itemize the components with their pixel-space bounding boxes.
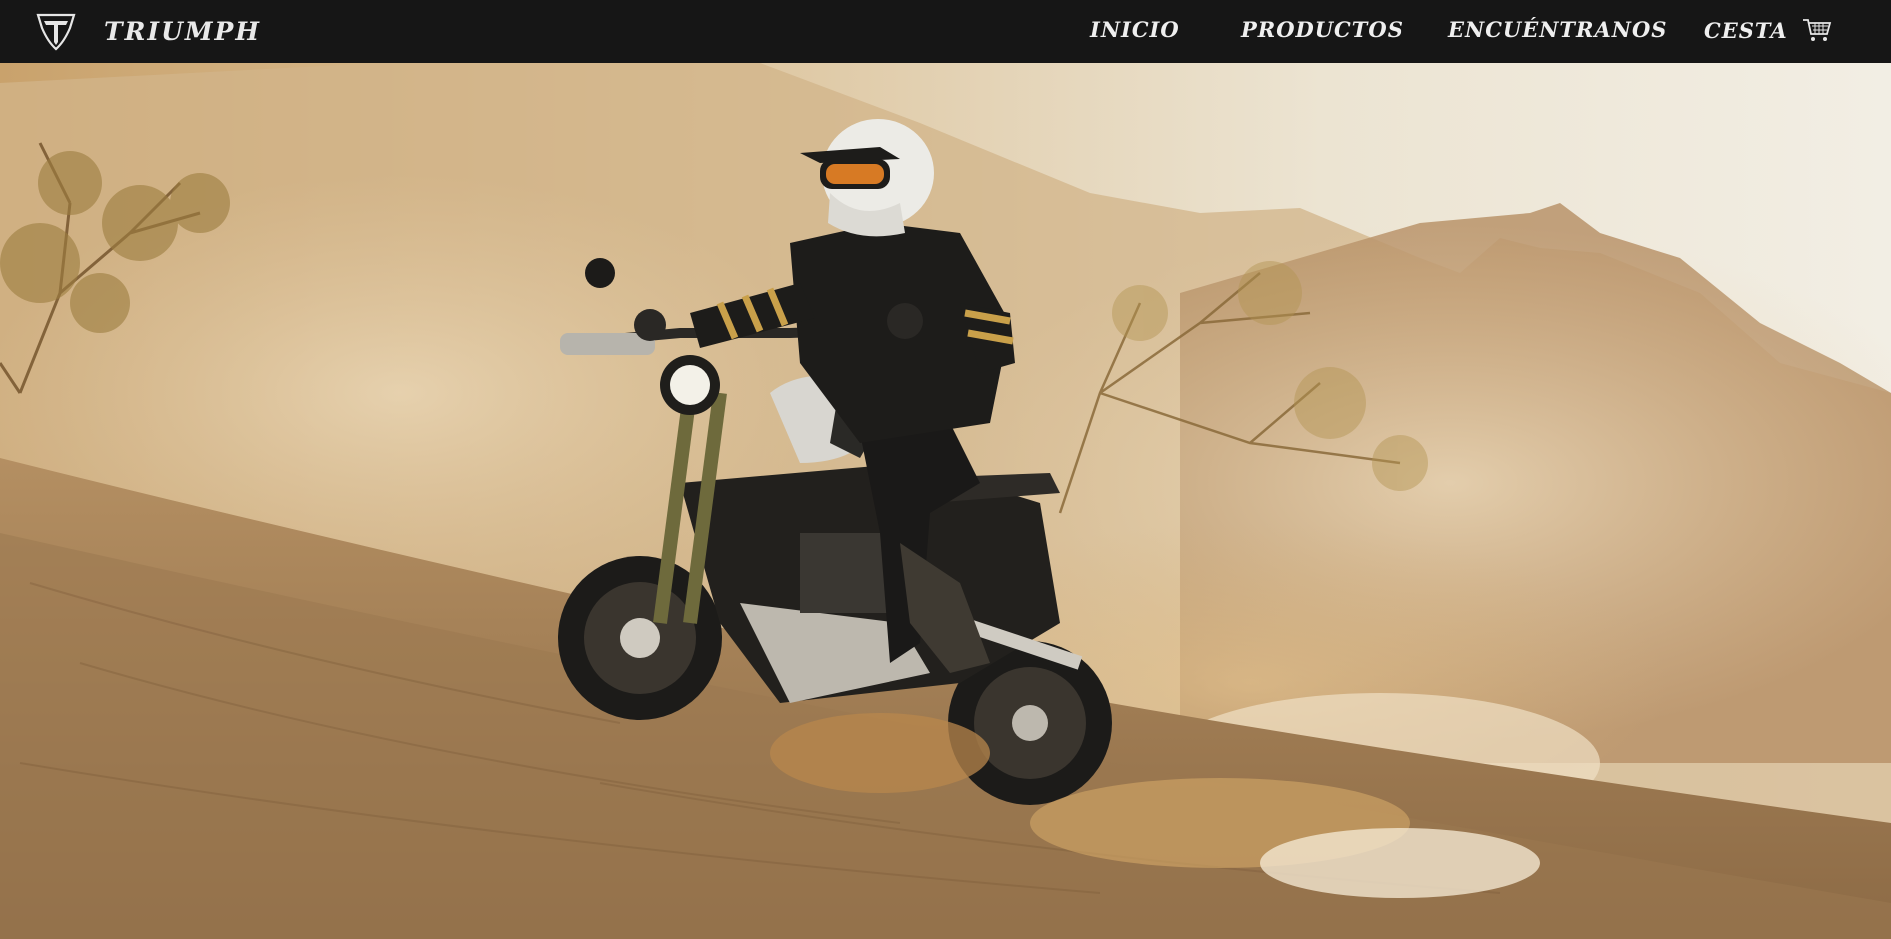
nav-link-productos[interactable]: PRODUCTOS [1241, 17, 1404, 42]
motorcycle-rider-desert-dust-image [0, 63, 1891, 939]
nav-link-encuentranos[interactable]: ENCUÉNTRANOS [1448, 17, 1667, 42]
nav-link-inicio[interactable]: INICIO [1090, 17, 1180, 42]
cart-icon[interactable] [1802, 17, 1832, 43]
brand-name[interactable]: TRIUMPH [104, 17, 261, 46]
hero-banner [0, 63, 1891, 939]
brand[interactable]: TRIUMPH [0, 0, 261, 63]
nav-link-cesta[interactable]: CESTA [1704, 17, 1832, 43]
triumph-shield-logo-icon[interactable] [34, 12, 78, 52]
nav-cesta-label: CESTA [1704, 17, 1788, 43]
top-navbar: TRIUMPH INICIO PRODUCTOS ENCUÉNTRANOS CE… [0, 0, 1891, 63]
